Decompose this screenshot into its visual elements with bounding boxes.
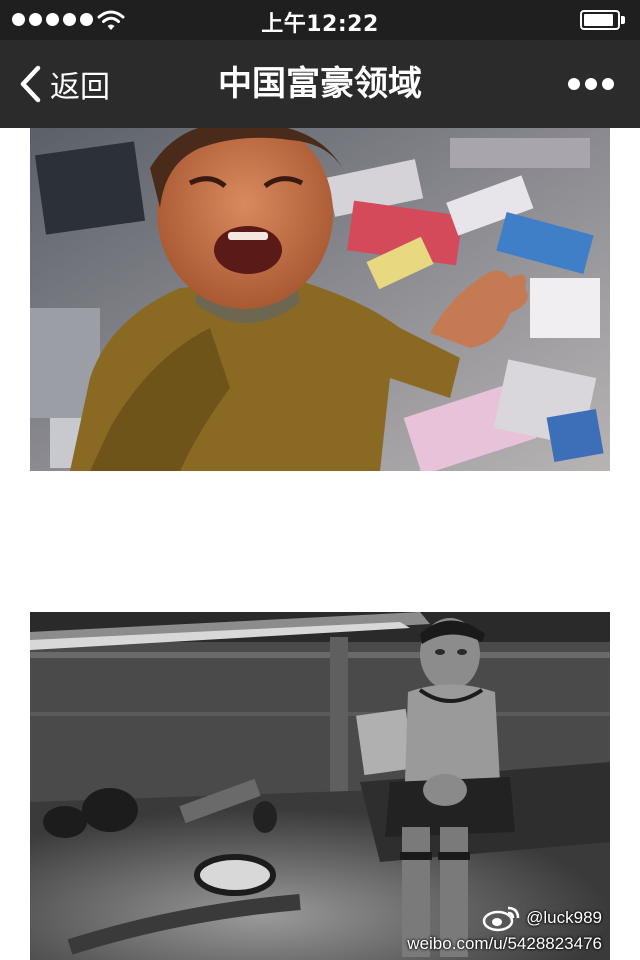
chevron-left-icon xyxy=(20,65,41,103)
status-time: 上午12:22 xyxy=(261,12,379,37)
back-label: 返回 xyxy=(50,70,110,105)
photo-crying-child[interactable] xyxy=(30,128,610,471)
screen: 上午12:22 返回 中国富豪领域 @luck989 weibo.com/u/5… xyxy=(0,0,640,960)
page-title: 中国富豪领域 xyxy=(218,64,422,104)
watermark-url: weibo.com/u/5428823476 xyxy=(407,934,602,953)
more-dots-icon[interactable] xyxy=(568,76,614,92)
article-content: @luck989 weibo.com/u/5428823476 xyxy=(0,128,640,960)
navigation-bar: 返回 中国富豪领域 xyxy=(0,40,640,128)
status-bar: 上午12:22 xyxy=(0,0,640,40)
battery-level xyxy=(584,14,613,26)
back-button[interactable]: 返回 xyxy=(18,62,110,106)
watermark-handle: @luck989 xyxy=(526,908,602,927)
weibo-watermark: @luck989 weibo.com/u/5428823476 xyxy=(407,904,602,954)
battery-icon xyxy=(580,10,626,30)
weibo-icon xyxy=(482,906,520,932)
photo-woman-in-hut[interactable]: @luck989 weibo.com/u/5428823476 xyxy=(30,612,610,960)
